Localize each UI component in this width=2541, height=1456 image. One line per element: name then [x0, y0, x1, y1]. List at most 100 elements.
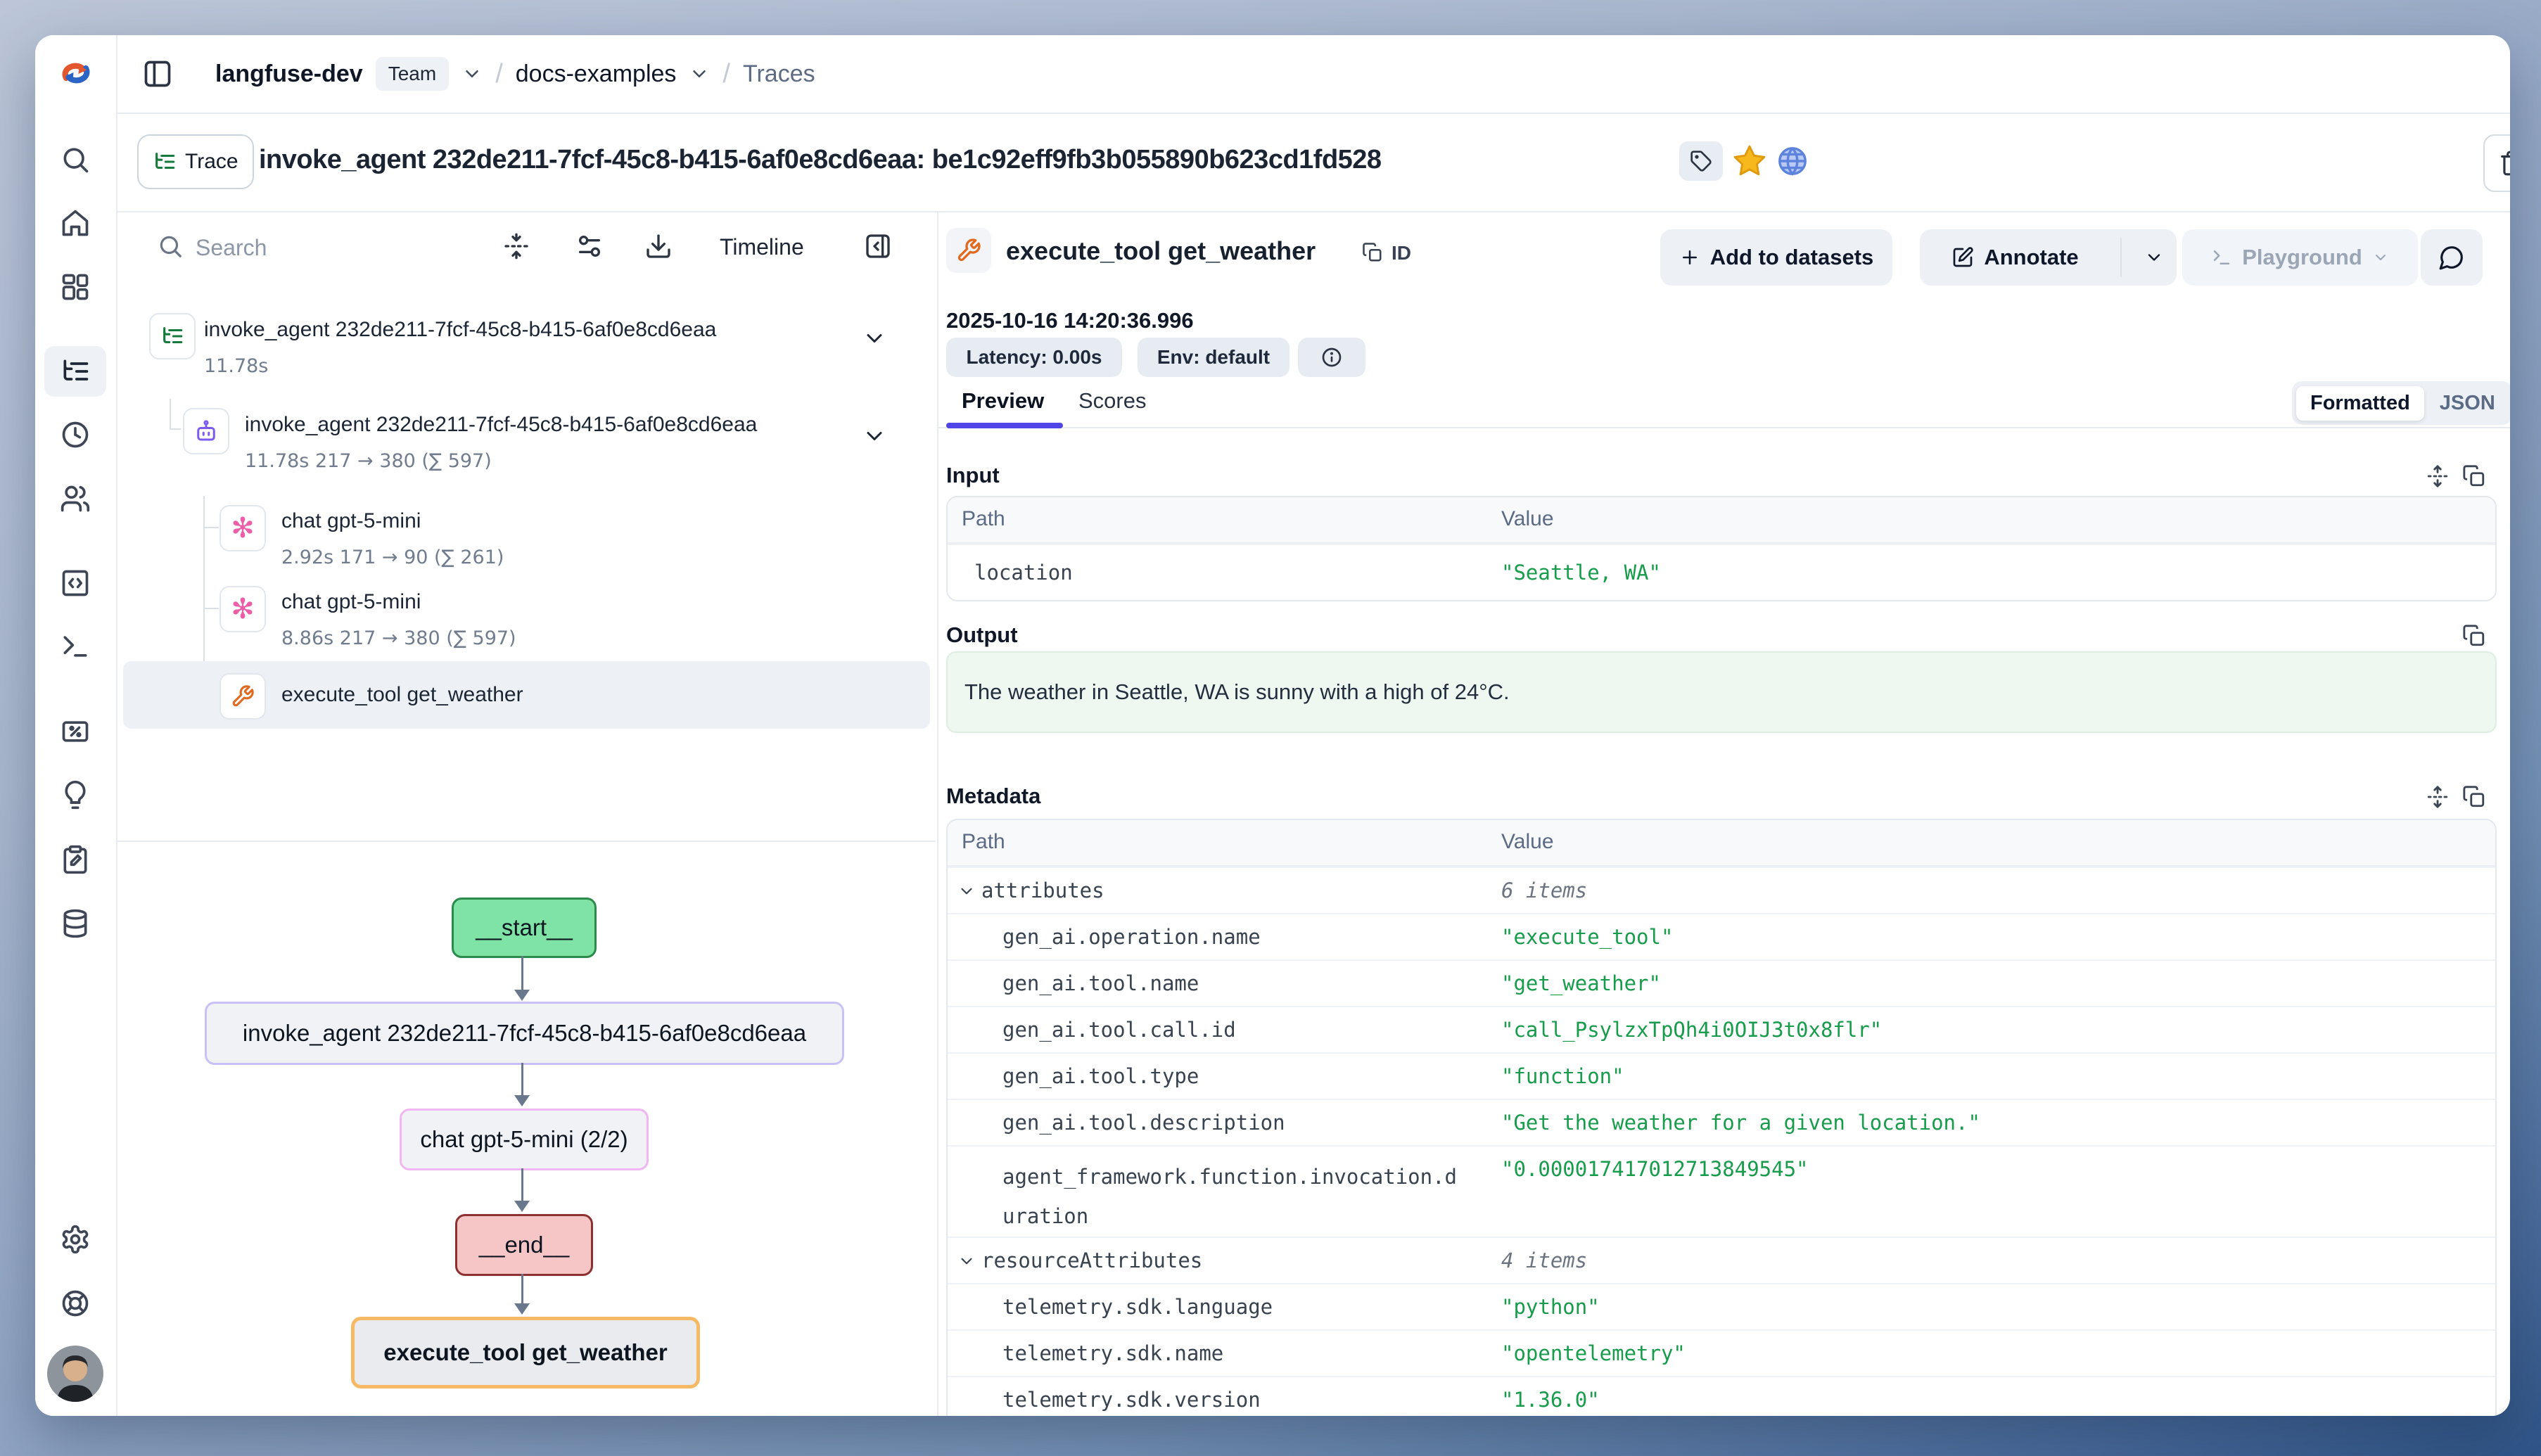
- tree-row-label: invoke_agent 232de211-7fcf-45c8-b415-6af…: [204, 318, 716, 342]
- timeline-toggle[interactable]: Timeline: [720, 234, 804, 260]
- metadata-copy-icon[interactable]: [2462, 785, 2486, 809]
- metadata-row[interactable]: gen_ai.tool.type "function": [948, 1052, 2495, 1099]
- avatar[interactable]: [47, 1346, 103, 1402]
- output-copy-icon[interactable]: [2462, 624, 2486, 648]
- row-chevron-down-icon[interactable]: [862, 423, 887, 449]
- column-path: Path: [962, 830, 1005, 854]
- sidebar-evaluators-icon[interactable]: [60, 716, 91, 747]
- model-icon: ✻: [219, 586, 266, 632]
- trace-title: invoke_agent 232de211-7fcf-45c8-b415-6af…: [259, 145, 1382, 175]
- format-toggle-formatted[interactable]: Formatted: [2296, 386, 2424, 421]
- metadata-value: "call_PsylzxTpQh4i0OIJ3t0x8flr": [1501, 1018, 1882, 1042]
- input-expand-icon[interactable]: [2426, 464, 2450, 488]
- input-row-value: "Seattle, WA": [1501, 561, 1661, 585]
- fold-vertical-icon[interactable]: [502, 232, 530, 260]
- sidebar-datasets-icon[interactable]: [60, 908, 91, 939]
- search-input[interactable]: Search: [196, 235, 267, 261]
- metadata-table-header: Path Value: [948, 820, 2495, 867]
- metadata-expand-icon[interactable]: [2426, 785, 2450, 809]
- metadata-path: telemetry.sdk.name: [1002, 1341, 1223, 1365]
- add-to-datasets-button[interactable]: Add to datasets: [1660, 229, 1892, 286]
- metadata-row[interactable]: gen_ai.tool.call.id "call_PsylzxTpQh4i0O…: [948, 1006, 2495, 1052]
- sidebar-prompts-icon[interactable]: [60, 568, 91, 599]
- annotate-label: Annotate: [1984, 245, 2078, 270]
- metadata-row[interactable]: gen_ai.tool.name "get_weather": [948, 959, 2495, 1006]
- comments-button[interactable]: [2421, 229, 2483, 286]
- id-label[interactable]: ID: [1392, 242, 1411, 264]
- metadata-path: resourceAttributes: [981, 1249, 1202, 1272]
- tree-row-generation-2[interactable]: ✻ chat gpt-5-mini 8.86s 217 → 380 (∑ 597…: [116, 580, 937, 661]
- playground-button-disabled[interactable]: Playground: [2182, 229, 2418, 286]
- sidebar-support-icon[interactable]: [60, 1288, 91, 1319]
- display-settings-icon[interactable]: [575, 232, 604, 260]
- tree-row-tool-selected[interactable]: execute_tool get_weather: [123, 661, 930, 729]
- tags-button[interactable]: [1679, 141, 1723, 181]
- sidebar-sessions-icon[interactable]: [60, 419, 91, 450]
- metadata-group-row[interactable]: attributes 6 items: [948, 867, 2495, 913]
- sidebar-annotation-queues-icon[interactable]: [60, 844, 91, 875]
- metadata-value: "Get the weather for a given location.": [1501, 1111, 1980, 1135]
- observation-detail-panel: execute_tool get_weather ID Add to datas…: [938, 211, 2510, 1416]
- tree-row-generation-1[interactable]: ✻ chat gpt-5-mini 2.92s 171 → 90 (∑ 261): [116, 499, 937, 580]
- tab-preview[interactable]: Preview: [962, 388, 1044, 414]
- sidebar-playground-icon[interactable]: [60, 631, 91, 662]
- annotate-button-group[interactable]: Annotate: [1920, 229, 2177, 286]
- graph-node-tool-selected[interactable]: execute_tool get_weather: [351, 1317, 700, 1388]
- public-globe-icon[interactable]: [1776, 145, 1809, 177]
- tab-scores[interactable]: Scores: [1078, 388, 1146, 414]
- input-row[interactable]: location "Seattle, WA": [948, 544, 2495, 600]
- chevron-down-icon[interactable]: [957, 1252, 976, 1270]
- input-row-path: location: [974, 561, 1073, 585]
- graph-edge-arrowhead: [514, 1303, 530, 1315]
- breadcrumb-separator: /: [495, 59, 503, 89]
- chevron-down-icon[interactable]: [957, 882, 976, 900]
- graph-node-chat[interactable]: chat gpt-5-mini (2/2): [400, 1109, 649, 1170]
- org-chevron-down-icon[interactable]: [461, 63, 483, 84]
- panel-left-toggle-icon[interactable]: [142, 58, 173, 89]
- delete-trace-button[interactable]: [2483, 134, 2510, 192]
- input-copy-icon[interactable]: [2462, 464, 2486, 488]
- tree-row-agent-span[interactable]: invoke_agent 232de211-7fcf-45c8-b415-6af…: [116, 401, 937, 489]
- row-chevron-down-icon[interactable]: [862, 326, 887, 351]
- metadata-row[interactable]: agent_framework.function.invocation.dura…: [948, 1145, 2495, 1237]
- download-icon[interactable]: [644, 232, 673, 260]
- metadata-row[interactable]: gen_ai.tool.description "Get the weather…: [948, 1099, 2495, 1145]
- info-badge[interactable]: [1298, 338, 1365, 377]
- graph-edge-arrowhead: [514, 1201, 530, 1212]
- sidebar-settings-icon[interactable]: [60, 1224, 91, 1255]
- active-tab-underline: [946, 423, 1063, 428]
- metadata-group-row[interactable]: resourceAttributes 4 items: [948, 1237, 2495, 1283]
- agent-graph[interactable]: __start__ invoke_agent 232de211-7fcf-45c…: [116, 841, 936, 1416]
- metadata-row[interactable]: gen_ai.operation.name "execute_tool": [948, 913, 2495, 959]
- graph-node-end[interactable]: __end__: [455, 1214, 593, 1276]
- org-name[interactable]: langfuse-dev: [215, 60, 363, 88]
- tree-row-trace-root[interactable]: invoke_agent 232de211-7fcf-45c8-b415-6af…: [116, 306, 937, 390]
- annotate-button[interactable]: Annotate: [1920, 229, 2110, 286]
- metadata-table: Path Value attributes 6 items gen_ai.ope…: [946, 819, 2497, 1416]
- graph-node-start[interactable]: __start__: [452, 898, 597, 958]
- sidebar-search-icon[interactable]: [60, 144, 91, 175]
- metadata-row[interactable]: telemetry.sdk.language "python": [948, 1283, 2495, 1329]
- copy-id-icon[interactable]: [1362, 242, 1383, 263]
- sidebar-dashboard-icon[interactable]: [60, 272, 91, 302]
- latency-badge: Latency: 0.00s: [946, 338, 1122, 377]
- section-name[interactable]: Traces: [743, 60, 815, 88]
- agent-robot-icon: [183, 408, 229, 454]
- langfuse-logo-icon: [56, 53, 96, 93]
- sidebar-insights-icon[interactable]: [60, 779, 91, 810]
- graph-node-invoke-agent[interactable]: invoke_agent 232de211-7fcf-45c8-b415-6af…: [205, 1002, 844, 1065]
- metadata-row[interactable]: telemetry.sdk.name "opentelemetry": [948, 1329, 2495, 1376]
- sidebar-traces-icon[interactable]: [60, 356, 91, 387]
- project-name[interactable]: docs-examples: [516, 60, 677, 88]
- annotate-dropdown-chevron[interactable]: [2132, 229, 2177, 286]
- metadata-row[interactable]: telemetry.sdk.version "1.36.0": [948, 1376, 2495, 1416]
- sidebar-home-icon[interactable]: [60, 207, 91, 238]
- sidebar-users-icon[interactable]: [60, 483, 91, 514]
- input-section-label: Input: [946, 463, 1000, 488]
- format-toggle-json[interactable]: JSON: [2427, 386, 2508, 421]
- search-icon: [157, 233, 184, 260]
- format-toggle[interactable]: Formatted JSON: [2292, 381, 2510, 425]
- project-chevron-down-icon[interactable]: [689, 63, 710, 84]
- bookmark-star-icon[interactable]: [1732, 143, 1767, 179]
- panel-collapse-icon[interactable]: [864, 232, 892, 260]
